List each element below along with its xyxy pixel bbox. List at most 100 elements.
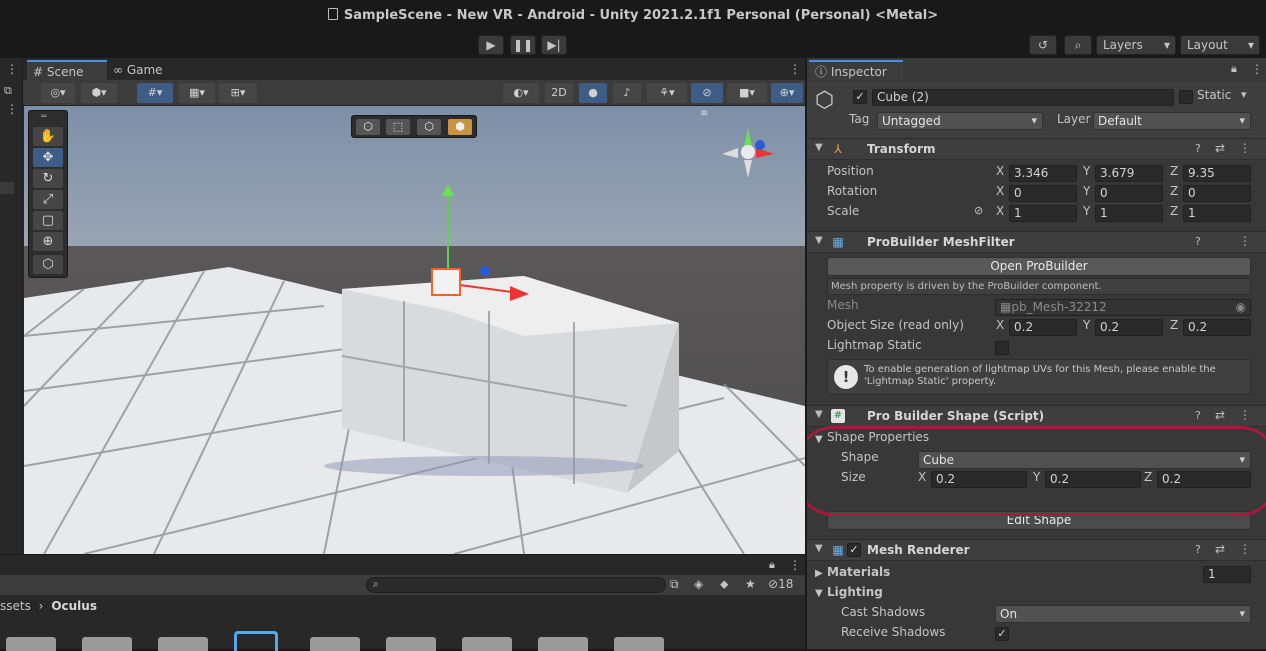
object-mode-icon[interactable]: ⬡ xyxy=(356,119,380,135)
audio-toggle-icon[interactable]: ♪ xyxy=(613,83,641,103)
visibility-toggle-icon[interactable]: ⊘ xyxy=(691,83,723,103)
grid-snap-toggle[interactable]: #▾ xyxy=(137,83,173,103)
gizmo-object-dropdown[interactable]: ⬢▾ xyxy=(81,83,117,103)
kebab-menu-icon[interactable]: ⋮ xyxy=(789,558,801,572)
gizmos-dropdown[interactable]: ⊕▾ xyxy=(771,83,803,103)
edge-mode-icon[interactable]: ⬡ xyxy=(417,119,441,135)
tag-dropdown[interactable]: Untagged xyxy=(877,112,1043,130)
tab-inspector[interactable]: ⓘ Inspector xyxy=(809,60,903,80)
fold-arrow-icon[interactable]: ▼ xyxy=(815,142,823,153)
fold-arrow-icon[interactable]: ▼ xyxy=(815,235,823,246)
mesh-renderer-enabled-checkbox[interactable]: ✓ xyxy=(847,543,861,557)
help-icon[interactable]: ? xyxy=(1195,142,1201,155)
kebab-menu-icon[interactable]: ⋮ xyxy=(1251,62,1263,76)
shape-script-header[interactable]: ▼ # Pro Builder Shape (Script) ? ⇄ ⋮ xyxy=(807,405,1266,427)
toggle-2d-button[interactable]: 2D xyxy=(545,83,573,103)
panel-icon[interactable]: ⧉ xyxy=(4,84,12,98)
fold-arrow-icon[interactable]: ▼ xyxy=(815,409,823,420)
presets-icon[interactable]: ⇄ xyxy=(1215,408,1225,422)
presets-icon[interactable]: ⇄ xyxy=(1215,542,1225,556)
transform-header[interactable]: ▼ ⅄ Transform ? ⇄ ⋮ xyxy=(807,138,1266,160)
position-z-field[interactable]: 9.35 xyxy=(1183,165,1251,182)
layer-dropdown[interactable]: Default xyxy=(1093,112,1251,130)
kebab-menu-icon[interactable]: ⋮ xyxy=(6,102,18,116)
hidden-packages-toggle[interactable]: ⊘18 xyxy=(768,577,793,591)
rotation-x-field[interactable]: 0 xyxy=(1009,185,1077,202)
orientation-gizmo[interactable] xyxy=(716,120,780,184)
open-probuilder-button[interactable]: Open ProBuilder xyxy=(827,257,1251,276)
static-checkbox[interactable] xyxy=(1179,90,1193,104)
search-by-type-icon[interactable]: ⧉ xyxy=(670,577,679,592)
help-icon[interactable]: ? xyxy=(1195,543,1201,556)
layout-dropdown[interactable]: Layout ▾ xyxy=(1180,35,1260,55)
layers-dropdown[interactable]: Layers ▾ xyxy=(1096,35,1176,55)
presets-icon[interactable]: ⇄ xyxy=(1215,141,1225,155)
hand-tool-button[interactable]: ✋ xyxy=(33,127,63,146)
breadcrumb-item[interactable]: Oculus xyxy=(51,599,97,613)
materials-count-field[interactable]: 1 xyxy=(1203,566,1251,583)
lighting-label[interactable]: Lighting xyxy=(827,585,883,599)
kebab-menu-icon[interactable]: ⋮ xyxy=(6,62,18,76)
rotation-y-field[interactable]: 0 xyxy=(1095,185,1163,202)
camera-dropdown[interactable]: ■▾ xyxy=(727,83,767,103)
rect-tool-button[interactable]: ▢ xyxy=(33,211,63,230)
hamburger-icon[interactable]: ≡ xyxy=(700,108,708,119)
position-y-field[interactable]: 3.679 xyxy=(1095,165,1163,182)
vertex-mode-icon[interactable]: ⬚ xyxy=(386,119,410,135)
constrain-proportions-icon[interactable]: ⊘ xyxy=(974,204,983,217)
mesh-renderer-header[interactable]: ▼ ▦ ✓ Mesh Renderer ? ⇄ ⋮ xyxy=(807,539,1266,561)
scale-x-field[interactable]: 1 xyxy=(1009,205,1077,222)
effects-dropdown[interactable]: ⚘▾ xyxy=(647,83,687,103)
transform-tool-button[interactable]: ⊕ xyxy=(33,232,63,251)
search-icon[interactable]: ⌕ xyxy=(1064,35,1092,55)
fold-arrow-icon[interactable]: ▼ xyxy=(815,543,823,554)
lighting-toggle-icon[interactable]: ● xyxy=(579,83,607,103)
kebab-menu-icon[interactable]: ⋮ xyxy=(789,62,801,76)
kebab-menu-icon[interactable]: ⋮ xyxy=(1239,542,1251,556)
snap-increment-dropdown[interactable]: ▦▾ xyxy=(179,83,215,103)
lock-icon[interactable]: 🔒︎ xyxy=(1231,62,1237,76)
kebab-menu-icon[interactable]: ⋮ xyxy=(1239,141,1251,155)
cast-shadows-dropdown[interactable]: On xyxy=(995,605,1251,623)
shading-dropdown[interactable]: ◐▾ xyxy=(503,83,539,103)
prefab-icon[interactable] xyxy=(234,631,278,651)
play-button[interactable]: ▶ xyxy=(478,35,504,55)
project-search-input[interactable]: ⌕ xyxy=(366,577,666,593)
chevron-down-icon[interactable]: ▾ xyxy=(1241,88,1247,101)
position-x-field[interactable]: 3.346 xyxy=(1009,165,1077,182)
ruler-dropdown[interactable]: ⊞▾ xyxy=(219,83,257,103)
move-tool-button[interactable]: ✥ xyxy=(33,148,63,167)
drag-handle-icon[interactable]: ═ xyxy=(41,112,46,122)
tab-scene[interactable]: # Scene xyxy=(27,60,107,80)
help-icon[interactable]: ? xyxy=(1195,409,1201,422)
custom-tool-button[interactable]: ⬡ xyxy=(33,255,63,274)
favorite-star-icon[interactable]: ★ xyxy=(745,577,756,591)
lock-icon[interactable]: 🔒︎ xyxy=(769,558,775,572)
step-button[interactable]: ▶| xyxy=(541,35,567,55)
kebab-menu-icon[interactable]: ⋮ xyxy=(1239,234,1251,248)
scale-tool-button[interactable]: ⤢ xyxy=(33,190,63,209)
rotation-z-field[interactable]: 0 xyxy=(1183,185,1251,202)
materials-label[interactable]: Materials xyxy=(827,565,890,579)
scale-z-field[interactable]: 1 xyxy=(1183,205,1251,222)
meshfilter-header[interactable]: ▼ ▦ ProBuilder MeshFilter ? ⋮ xyxy=(807,231,1266,253)
filter-label-icon[interactable]: ◈ xyxy=(694,577,703,591)
object-name-field[interactable]: Cube (2) xyxy=(872,89,1174,106)
help-icon[interactable]: ? xyxy=(1195,235,1201,248)
lightmap-static-checkbox[interactable] xyxy=(995,341,1009,355)
pause-button[interactable]: ❚❚ xyxy=(510,35,536,55)
history-icon[interactable]: ↺ xyxy=(1029,35,1057,55)
breadcrumb-item[interactable]: ssets xyxy=(0,599,31,613)
tab-game[interactable]: ∞ Game xyxy=(107,60,171,80)
tag-icon[interactable]: ⬥ xyxy=(720,577,728,592)
fold-arrow-icon[interactable]: ▶ xyxy=(815,568,823,579)
draw-mode-dropdown[interactable]: ◎▾ xyxy=(41,83,75,103)
scale-y-field[interactable]: 1 xyxy=(1095,205,1163,222)
receive-shadows-checkbox[interactable]: ✓ xyxy=(995,627,1009,641)
face-mode-icon[interactable]: ⬢ xyxy=(448,119,472,135)
kebab-menu-icon[interactable]: ⋮ xyxy=(1239,408,1251,422)
active-checkbox[interactable]: ✓ xyxy=(853,90,867,104)
cube-icon[interactable]: ⬡ xyxy=(815,88,834,113)
rotate-tool-button[interactable]: ↻ xyxy=(33,169,63,188)
scene-viewport[interactable]: ═ ✋ ✥ ↻ ⤢ ▢ ⊕ ⬡ ⬡ ⬚ ⬡ ⬢ ≡ xyxy=(24,106,805,554)
